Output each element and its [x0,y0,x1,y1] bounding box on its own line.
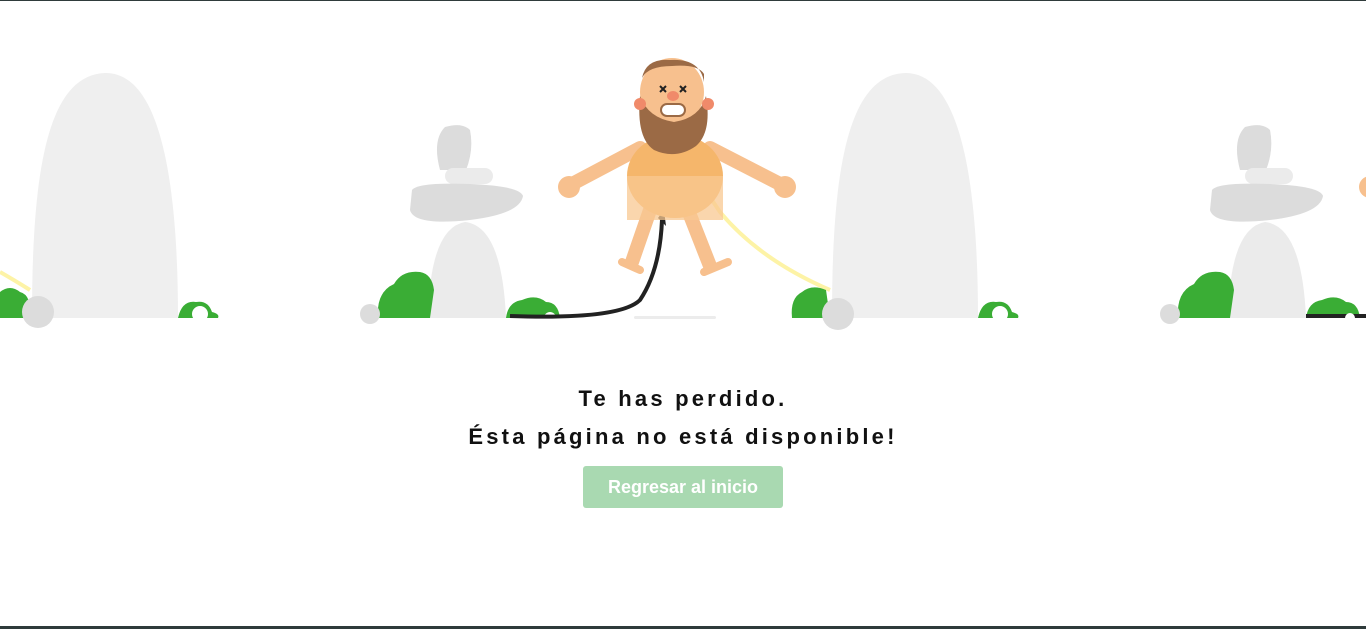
partial-hand-right [1359,176,1366,198]
ground-shadow [634,316,716,319]
caveman-character [558,58,796,276]
yellow-rope-left [0,270,32,292]
lost-heading: Te has perdido. [578,386,788,411]
error-page: Te has perdido. Ésta página no está disp… [0,0,1366,629]
tall-stone-right [832,72,978,319]
unavailable-heading: Ésta página no está disponible! [468,424,898,449]
tall-stone-left [32,72,178,319]
error-message: Te has perdido. Ésta página no está disp… [0,380,1366,508]
illustration-scene [0,58,1366,330]
back-to-home-button[interactable]: Regresar al inicio [583,466,783,508]
